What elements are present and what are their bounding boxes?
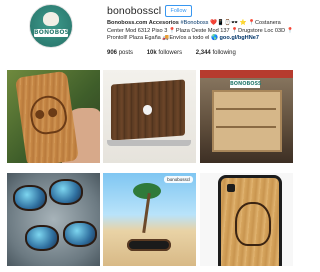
post-tile-beach-palm-sunglasses[interactable]: bonobosscl — [103, 173, 196, 266]
bio-link[interactable]: goo.gl/bgHNe7 — [220, 35, 259, 41]
sunglasses-lens-image — [13, 185, 47, 211]
followers-count: 10k — [146, 50, 157, 56]
posts-count: 906 — [107, 50, 118, 56]
store-sign-logo: BONOBOSS — [230, 80, 262, 88]
camera-cutout-icon — [227, 184, 235, 192]
shelf-row — [216, 108, 276, 110]
sunglasses-lens-image — [25, 225, 59, 251]
bio-emoji-line: ❤️📱⌚🕶️ — [210, 20, 238, 26]
post-tile-sunglasses-pebbles[interactable] — [7, 173, 100, 266]
sunglasses-lens-image — [49, 179, 83, 205]
bio-name: Bonoboss.com Accesorios — [107, 20, 179, 26]
avatar-logo-text: BONOBOSS — [34, 29, 73, 37]
post-user-tag: bonobosscl — [164, 176, 193, 183]
profile-stats: 906 posts 10k followers 2,344 following — [107, 50, 248, 56]
post-grid: BONOBOSS bonobosscl — [7, 70, 293, 272]
wood-portrait-phone-case-image — [218, 175, 282, 266]
following-label: following — [212, 50, 236, 56]
laptop-base-image — [107, 140, 191, 146]
follow-button[interactable]: Follow — [165, 5, 192, 17]
profile-bio: Bonoboss.com Accesorios #Bonoboss ❤️📱⌚🕶️… — [107, 20, 297, 43]
store-banner-image — [200, 70, 293, 78]
post-tile-wood-portrait-phone-case[interactable] — [200, 173, 293, 266]
portrait-engraving-icon — [235, 202, 271, 246]
posts-label: posts — [118, 50, 134, 56]
followers-stat[interactable]: 10k followers — [147, 50, 182, 56]
posts-stat: 906 posts — [107, 50, 133, 56]
post-tile-store-display[interactable]: BONOBOSS — [200, 70, 293, 163]
wood-sunglasses-image — [127, 239, 171, 251]
monkey-logo-icon — [43, 12, 59, 26]
followers-label: followers — [158, 50, 183, 56]
bio-hashtag[interactable]: #Bonoboss — [180, 20, 208, 26]
post-tile-wooden-skull-phone-case[interactable] — [7, 70, 100, 163]
profile-avatar[interactable]: BONOBOSS — [29, 4, 73, 48]
apple-logo-icon — [143, 105, 152, 115]
profile-username: bonobosscl — [107, 5, 162, 17]
instagram-profile-page: BONOBOSS bonobosscl Follow Bonoboss.com … — [0, 0, 300, 272]
palm-trunk-image — [142, 192, 151, 234]
wooden-phone-case-image — [14, 70, 80, 163]
post-tile-wood-laptop-skin[interactable] — [103, 70, 196, 163]
following-count: 2,344 — [195, 50, 211, 56]
sunglasses-lens-image — [63, 221, 97, 247]
following-stat[interactable]: 2,344 following — [196, 50, 236, 56]
store-shelf-image — [212, 90, 282, 152]
shelf-row — [216, 126, 276, 128]
